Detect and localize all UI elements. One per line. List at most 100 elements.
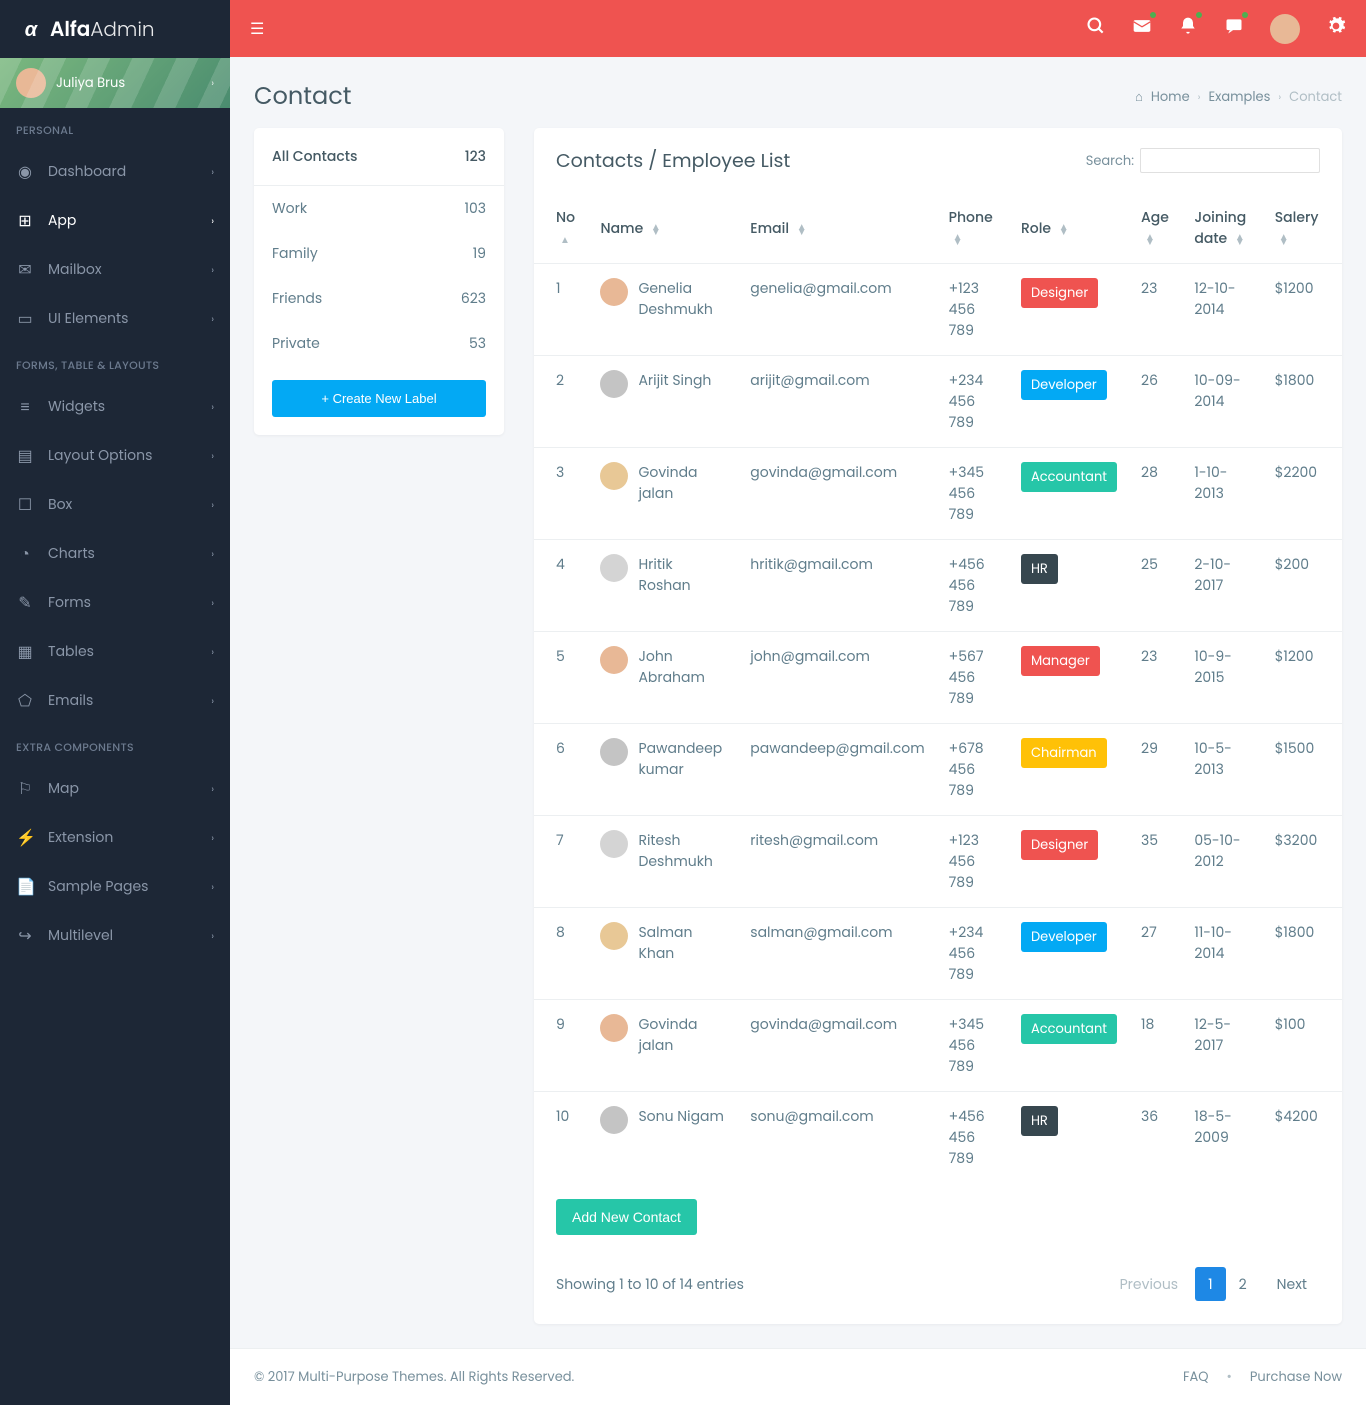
chevron-right-icon: › (211, 262, 214, 278)
cell-salary: $1800 (1263, 908, 1342, 1000)
app-icon: ⊞ (16, 208, 34, 233)
sidebar-item-widgets[interactable]: ≡Widgets› (0, 382, 230, 431)
cell-name: Genelia Deshmukh (588, 264, 738, 356)
sidebar-item-ui-elements[interactable]: ▭UI Elements› (0, 294, 230, 343)
cell-name: Govinda jalan (588, 448, 738, 540)
cell-role: HR (1009, 1092, 1129, 1184)
cell-email: pawandeep@gmail.com (738, 724, 936, 816)
cell-name: Pawandeep kumar (588, 724, 738, 816)
column-header-name[interactable]: Name ▲▼ (588, 193, 738, 264)
sidebar-item-layout-options[interactable]: ▤Layout Options› (0, 431, 230, 480)
mail-icon[interactable] (1132, 14, 1152, 44)
cell-joining: 10-9-2015 (1182, 632, 1262, 724)
role-badge: Chairman (1021, 738, 1107, 768)
cell-name: Hritik Roshan (588, 540, 738, 632)
table-row[interactable]: 6 Pawandeep kumar pawandeep@gmail.com +6… (534, 724, 1342, 816)
cell-no: 6 (534, 724, 588, 816)
search-input[interactable] (1140, 148, 1320, 173)
cell-age: 35 (1129, 816, 1182, 908)
contact-label-work[interactable]: Work103 (254, 186, 504, 231)
cell-age: 36 (1129, 1092, 1182, 1184)
cell-joining: 10-5-2013 (1182, 724, 1262, 816)
sort-icon: ▲▼ (1145, 234, 1155, 244)
pagination-next[interactable]: Next (1264, 1267, 1320, 1302)
column-header-joining-date[interactable]: Joining date ▲▼ (1182, 193, 1262, 264)
sort-icon: ▲▼ (651, 224, 661, 234)
table-row[interactable]: 5 John Abraham john@gmail.com +567 456 7… (534, 632, 1342, 724)
pagination-page-1[interactable]: 1 (1195, 1267, 1225, 1301)
breadcrumb-home[interactable]: Home (1151, 87, 1190, 107)
footer-faq-link[interactable]: FAQ (1183, 1367, 1209, 1387)
plug-icon: ⚡ (16, 825, 34, 850)
column-header-age[interactable]: Age ▲▼ (1129, 193, 1182, 264)
footer-purchase-link[interactable]: Purchase Now (1250, 1367, 1342, 1387)
table-row[interactable]: 10 Sonu Nigam sonu@gmail.com +456 456 78… (534, 1092, 1342, 1184)
contact-label-private[interactable]: Private53 (254, 321, 504, 366)
chevron-right-icon: › (211, 781, 214, 797)
column-header-phone[interactable]: Phone ▲▼ (937, 193, 1009, 264)
table-row[interactable]: 4 Hritik Roshan hritik@gmail.com +456 45… (534, 540, 1342, 632)
bell-icon[interactable] (1178, 14, 1198, 44)
sidebar-item-dashboard[interactable]: ◉Dashboard› (0, 147, 230, 196)
sidebar-item-mailbox[interactable]: ✉Mailbox› (0, 245, 230, 294)
sidebar-item-charts[interactable]: ◔Charts› (0, 529, 230, 578)
cell-email: john@gmail.com (738, 632, 936, 724)
cell-phone: +456 456 789 (937, 540, 1009, 632)
logo-text-light: Admin (90, 15, 154, 43)
breadcrumb-examples[interactable]: Examples (1208, 87, 1270, 107)
search-icon[interactable] (1086, 14, 1106, 44)
nav-section-header: FORMS, TABLE & LAYOUTS (0, 343, 230, 382)
hamburger-icon[interactable]: ☰ (250, 16, 264, 41)
contact-label-friends[interactable]: Friends623 (254, 276, 504, 321)
contact-label-family[interactable]: Family19 (254, 231, 504, 276)
chevron-right-icon: › (211, 448, 214, 464)
chat-icon[interactable] (1224, 14, 1244, 44)
cell-age: 29 (1129, 724, 1182, 816)
table-info: Showing 1 to 10 of 14 entries (556, 1274, 744, 1295)
topbar-avatar[interactable] (1270, 14, 1300, 44)
page-title: Contact (254, 79, 352, 114)
avatar (600, 370, 628, 398)
footer: © 2017 Multi-Purpose Themes. All Rights … (230, 1348, 1366, 1405)
table-row[interactable]: 1 Genelia Deshmukh genelia@gmail.com +12… (534, 264, 1342, 356)
create-label-button[interactable]: + Create New Label (272, 380, 486, 417)
contacts-total-count: 123 (465, 146, 486, 167)
table-row[interactable]: 8 Salman Khan salman@gmail.com +234 456 … (534, 908, 1342, 1000)
pagination-page-2[interactable]: 2 (1226, 1267, 1260, 1301)
cell-salary: $1200 (1263, 264, 1342, 356)
add-contact-button[interactable]: Add New Contact (556, 1199, 697, 1235)
cell-no: 1 (534, 264, 588, 356)
table-row[interactable]: 3 Govinda jalan govinda@gmail.com +345 4… (534, 448, 1342, 540)
sidebar-item-tables[interactable]: ▦Tables› (0, 627, 230, 676)
table-row[interactable]: 9 Govinda jalan govinda@gmail.com +345 4… (534, 1000, 1342, 1092)
topbar: ☰ (230, 0, 1366, 57)
role-badge: Developer (1021, 370, 1107, 400)
avatar (600, 738, 628, 766)
sidebar-item-map[interactable]: ⚐Map› (0, 764, 230, 813)
user-panel[interactable]: Juliya Brus › (0, 58, 230, 108)
sidebar-item-box[interactable]: ☐Box› (0, 480, 230, 529)
sidebar-item-app[interactable]: ⊞App› (0, 196, 230, 245)
sidebar-item-multilevel[interactable]: ↪Multilevel› (0, 911, 230, 960)
avatar (600, 922, 628, 950)
sidebar-item-emails[interactable]: ⬠Emails› (0, 676, 230, 725)
nav-item-label: Emails (48, 690, 93, 711)
sidebar-item-forms[interactable]: ✎Forms› (0, 578, 230, 627)
gear-icon[interactable] (1326, 14, 1346, 44)
sidebar-item-sample-pages[interactable]: 📄Sample Pages› (0, 862, 230, 911)
logo[interactable]: α AlfaAdmin (0, 0, 230, 58)
cell-no: 10 (534, 1092, 588, 1184)
nav-item-label: App (48, 210, 76, 231)
chevron-right-icon: › (211, 497, 214, 513)
column-header-role[interactable]: Role ▲▼ (1009, 193, 1129, 264)
role-badge: Accountant (1021, 462, 1117, 492)
cell-age: 23 (1129, 264, 1182, 356)
column-header-email[interactable]: Email ▲▼ (738, 193, 936, 264)
table-title: Contacts / Employee List (556, 146, 790, 175)
pagination-prev[interactable]: Previous (1107, 1267, 1192, 1302)
column-header-no[interactable]: No ▲ (534, 193, 588, 264)
column-header-salery[interactable]: Salery ▲▼ (1263, 193, 1342, 264)
table-row[interactable]: 2 Arijit Singh arijit@gmail.com +234 456… (534, 356, 1342, 448)
table-row[interactable]: 7 Ritesh Deshmukh ritesh@gmail.com +123 … (534, 816, 1342, 908)
sidebar-item-extension[interactable]: ⚡Extension› (0, 813, 230, 862)
